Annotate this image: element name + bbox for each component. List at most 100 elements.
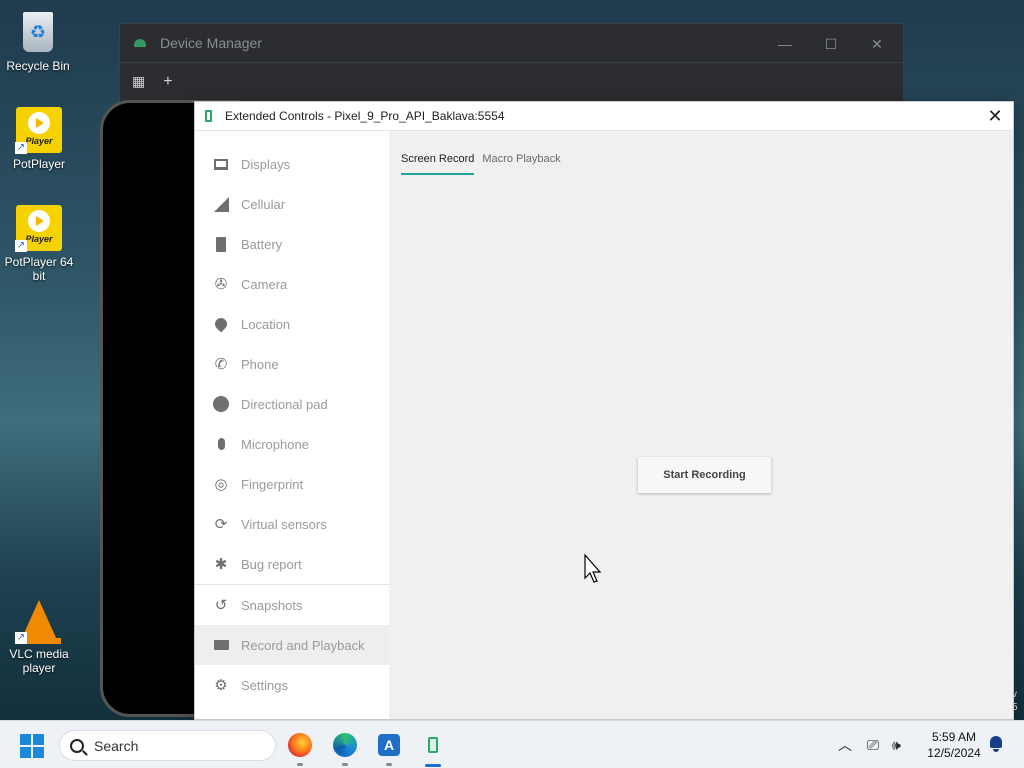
sidebar-item-bug-report[interactable]: ✱ Bug report	[195, 544, 389, 584]
phone-icon: ✆	[214, 356, 228, 373]
notification-bell-icon[interactable]	[988, 735, 1004, 753]
firefox-icon	[288, 733, 312, 757]
taskbar: Search A ︿ ⎚ 🕪 5:59 AM 12/5/2024	[0, 720, 1024, 768]
sidebar-item-label: Phone	[241, 356, 279, 372]
close-button[interactable]: ✕	[985, 106, 1005, 127]
emulator-icon	[205, 110, 212, 122]
dpad-icon	[212, 395, 230, 413]
device-manager-title: Device Manager	[160, 35, 262, 51]
sidebar-item-cellular[interactable]: Cellular	[195, 184, 389, 224]
potplayer-icon: Player ↗	[15, 204, 63, 252]
maximize-button[interactable]: ☐	[808, 30, 854, 58]
shortcut-arrow-icon: ↗	[15, 632, 27, 644]
sidebar-item-snapshots[interactable]: ↺ Snapshots	[195, 584, 389, 625]
record-playback-panel: Screen Record Macro Playback Start Recor…	[389, 131, 1013, 719]
desktop-icon-potplayer-64[interactable]: Player ↗ PotPlayer 64 bit	[1, 204, 77, 283]
monitor-icon	[212, 155, 230, 173]
sidebar: Displays Cellular Battery ✇ Camera Locat…	[195, 131, 389, 719]
sidebar-item-label: Directional pad	[241, 396, 328, 412]
desktop-icon-label: PotPlayer 64 bit	[4, 255, 74, 283]
sidebar-item-label: Bug report	[241, 556, 302, 572]
taskbar-clock[interactable]: 5:59 AM 12/5/2024	[918, 729, 990, 761]
potplayer-icon: Player ↗	[15, 106, 63, 154]
tab-macro-playback[interactable]: Macro Playback	[482, 153, 560, 175]
sidebar-item-label: Camera	[241, 276, 288, 292]
sidebar-item-location[interactable]: Location	[195, 304, 389, 344]
add-device-button[interactable]: +	[163, 73, 172, 91]
sidebar-item-virtual-sensors[interactable]: ⟳ Virtual sensors	[195, 504, 389, 544]
sidebar-item-label: Location	[241, 316, 291, 332]
offscreen-text-fragment: v5	[1012, 689, 1018, 713]
sidebar-item-label: Snapshots	[241, 597, 303, 613]
sidebar-item-label: Microphone	[241, 436, 309, 452]
android-icon	[134, 39, 146, 47]
sidebar-item-label: Record and Playback	[241, 637, 365, 653]
android-studio-icon: A	[378, 734, 400, 756]
video-camera-icon	[212, 636, 230, 654]
sidebar-item-label: Fingerprint	[241, 476, 304, 492]
sidebar-item-microphone[interactable]: Microphone	[195, 424, 389, 464]
search-icon	[70, 738, 84, 753]
sidebar-item-record-and-playback[interactable]: Record and Playback	[195, 625, 389, 665]
gear-icon: ⚙	[214, 677, 228, 694]
sidebar-item-settings[interactable]: ⚙ Settings	[195, 665, 389, 705]
extended-controls-titlebar: Extended Controls - Pixel_9_Pro_API_Bakl…	[195, 102, 1013, 131]
sidebar-item-battery[interactable]: Battery	[195, 224, 389, 264]
tab-screen-record[interactable]: Screen Record	[401, 153, 475, 175]
desktop-icon-vlc[interactable]: ↗ VLC media player	[1, 596, 77, 675]
desktop-icon-label: Recycle Bin	[6, 59, 70, 73]
battery-icon	[212, 235, 230, 253]
close-button[interactable]: ✕	[854, 30, 900, 58]
edge-icon	[333, 733, 357, 757]
search-placeholder: Search	[94, 737, 139, 754]
volume-icon[interactable]: 🕪	[892, 721, 901, 768]
desktop-icon-potplayer[interactable]: Player ↗ PotPlayer	[1, 106, 77, 171]
sidebar-item-directional-pad[interactable]: Directional pad	[195, 384, 389, 424]
network-icon[interactable]: ⎚	[867, 721, 879, 768]
location-pin-icon	[212, 315, 230, 333]
taskbar-app-edge[interactable]	[331, 731, 359, 766]
device-grid-icon[interactable]: ▦	[132, 73, 145, 90]
desktop-icon-label: VLC media player	[9, 647, 69, 675]
bug-icon: ✱	[214, 556, 228, 573]
chevron-up-icon: ︿	[838, 737, 852, 753]
taskbar-search[interactable]: Search	[59, 730, 276, 761]
sidebar-item-label: Settings	[241, 677, 288, 693]
start-recording-button[interactable]: Start Recording	[638, 457, 771, 493]
microphone-icon	[212, 435, 230, 453]
fingerprint-icon: ◎	[214, 476, 228, 493]
camera-aperture-icon: ✇	[214, 276, 228, 293]
taskbar-app-emulator[interactable]	[419, 731, 447, 767]
start-button[interactable]	[20, 734, 44, 758]
clock-date: 12/5/2024	[927, 746, 981, 760]
rotate-sensor-icon: ⟳	[214, 516, 228, 533]
shortcut-arrow-icon: ↗	[15, 142, 27, 154]
sidebar-item-label: Cellular	[241, 196, 286, 212]
sidebar-item-label: Virtual sensors	[241, 516, 327, 532]
window-title: Extended Controls - Pixel_9_Pro_API_Bakl…	[225, 109, 505, 123]
shortcut-arrow-icon: ↗	[15, 240, 27, 252]
tab-bar: Screen Record Macro Playback	[401, 153, 561, 175]
extended-controls-window: Extended Controls - Pixel_9_Pro_API_Bakl…	[194, 101, 1014, 720]
sidebar-item-displays[interactable]: Displays	[195, 144, 389, 184]
desktop-icon-recycle-bin[interactable]: ♻ Recycle Bin	[0, 8, 76, 73]
show-hidden-icons-button[interactable]: ︿	[838, 721, 852, 768]
desktop-icon-label: PotPlayer	[12, 157, 66, 171]
sidebar-item-label: Battery	[241, 236, 283, 252]
sidebar-item-phone[interactable]: ✆ Phone	[195, 344, 389, 384]
vlc-icon: ↗	[15, 596, 63, 644]
taskbar-app-android-studio[interactable]: A	[375, 731, 403, 766]
emulator-icon	[428, 737, 438, 753]
clock-time: 5:59 AM	[931, 730, 977, 744]
taskbar-app-firefox[interactable]	[286, 731, 314, 766]
mouse-cursor-icon	[584, 554, 602, 583]
sidebar-item-fingerprint[interactable]: ◎ Fingerprint	[195, 464, 389, 504]
device-manager-toolbar: ▦ +	[120, 62, 903, 100]
signal-icon	[212, 195, 230, 213]
sidebar-item-label: Displays	[241, 156, 291, 172]
minimize-button[interactable]: —	[762, 30, 808, 58]
recycle-bin-icon: ♻	[14, 8, 62, 56]
history-icon: ↺	[214, 597, 228, 614]
sidebar-item-camera[interactable]: ✇ Camera	[195, 264, 389, 304]
device-manager-window: Device Manager — ☐ ✕ ▦ +	[119, 23, 904, 103]
